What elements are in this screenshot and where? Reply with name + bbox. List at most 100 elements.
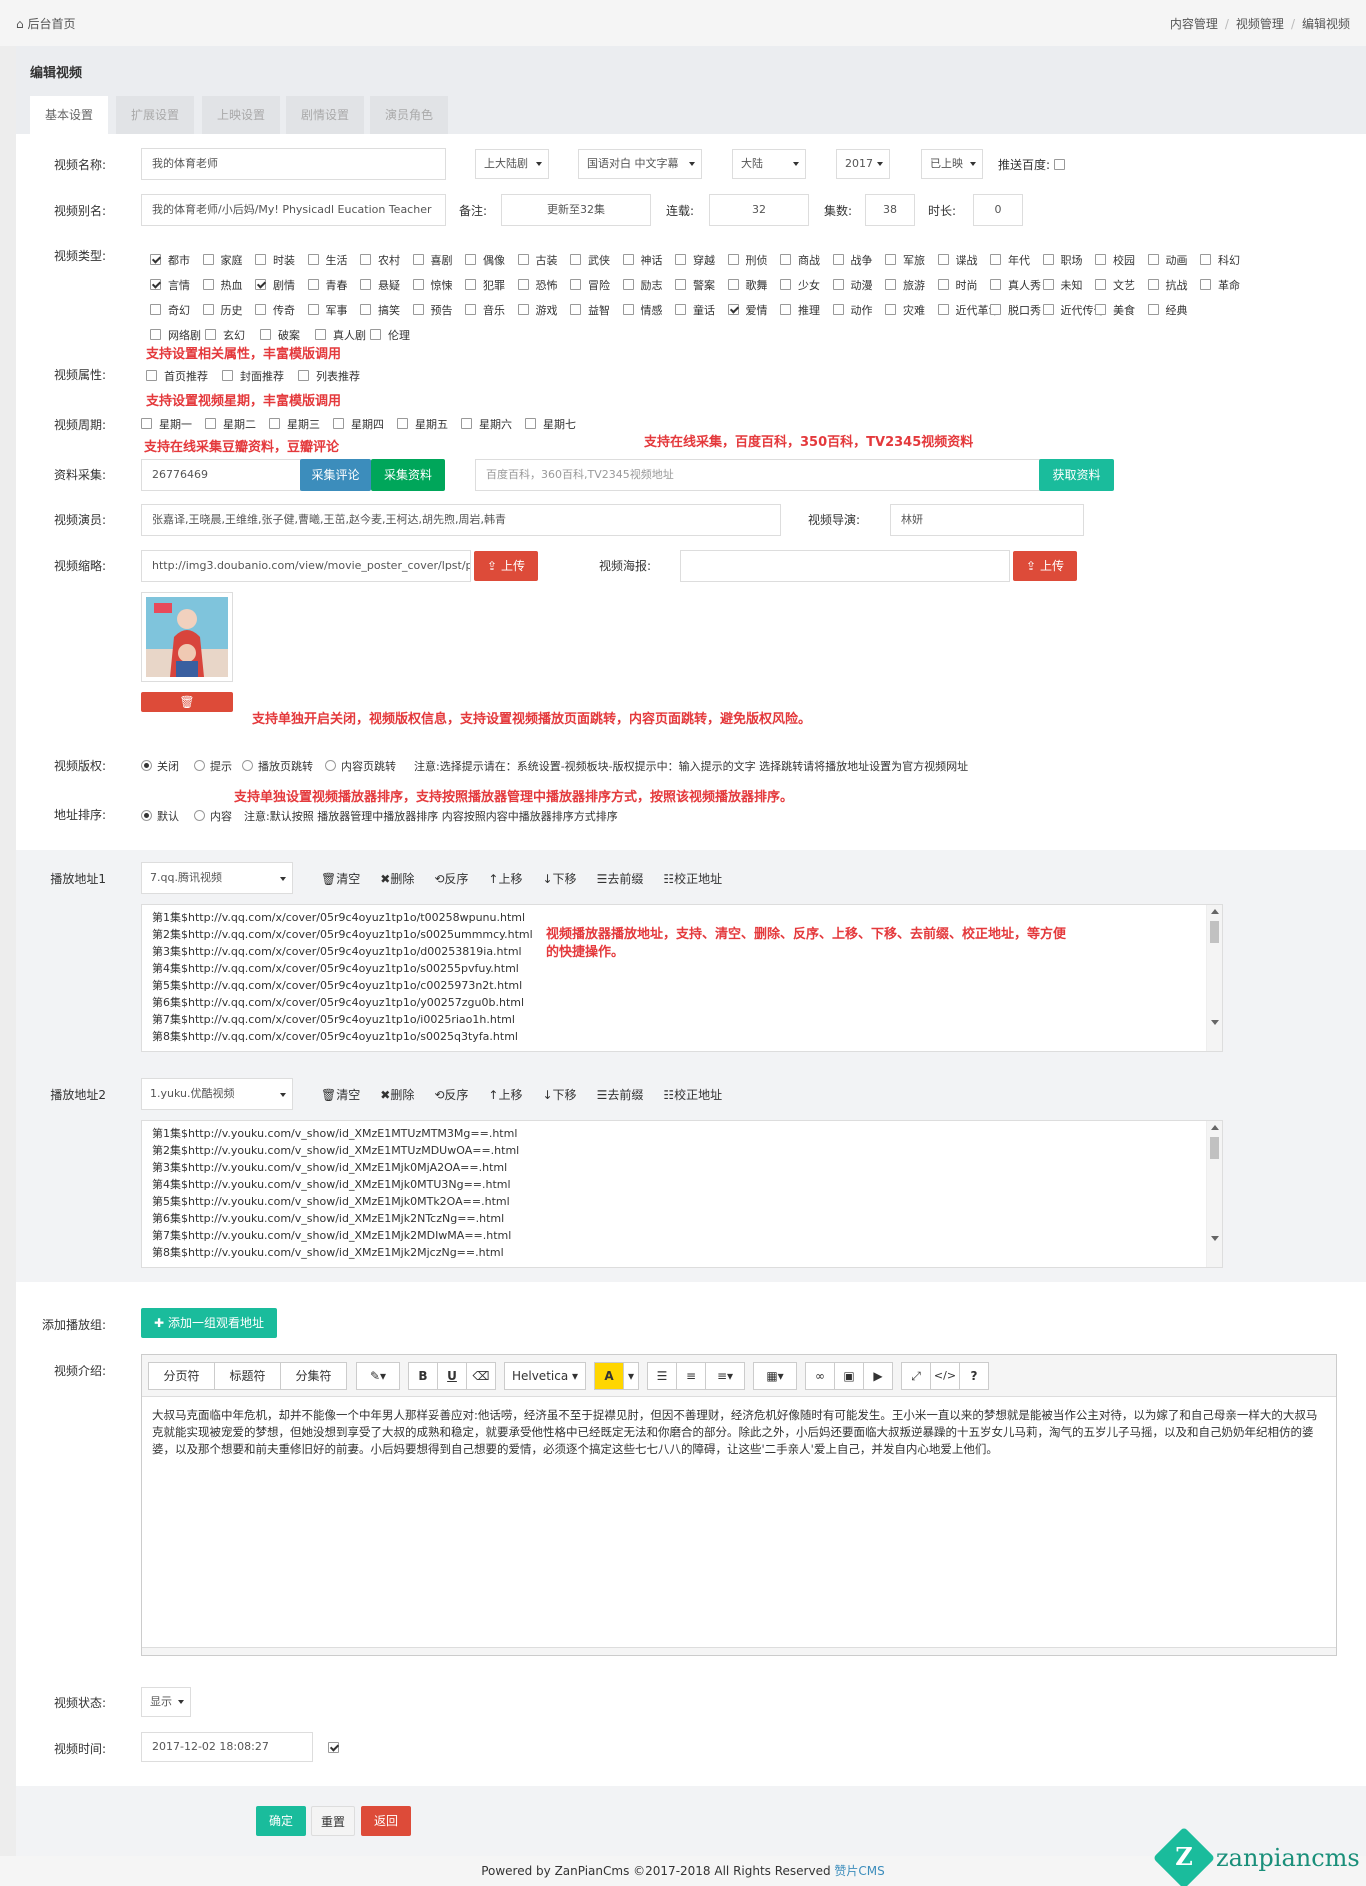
tool-1-button[interactable]: ✖删除 [380,872,424,886]
type-checkbox[interactable]: 热血 [202,277,243,293]
week-checkbox[interactable]: 星期六 [461,416,512,432]
type-checkbox[interactable]: 爱情 [727,302,768,318]
tab-extend[interactable]: 扩展设置 [116,96,195,134]
alias-input[interactable]: 我的体育老师/小后妈/My! Physicadl Eucation Teache… [141,194,446,226]
week-checkbox[interactable]: 星期七 [525,416,576,432]
help-icon[interactable]: ? [959,1362,989,1390]
name-input[interactable]: 我的体育老师 [141,148,446,180]
type-checkbox[interactable]: 生活 [307,252,348,268]
type-checkbox[interactable]: 冒险 [570,277,610,293]
region-select[interactable]: 上大陆剧 [475,149,549,179]
type-checkbox[interactable]: 职场 [1042,252,1083,268]
footer-brand-link[interactable]: 赞片CMS [834,1864,884,1878]
type-checkbox[interactable]: 革命 [1200,277,1240,293]
play2-textarea[interactable]: 第1集$http://v.youku.com/v_show/id_XMzE1MT… [141,1120,1223,1268]
magic-wand-icon[interactable]: ✎▾ [356,1362,400,1390]
type-checkbox[interactable]: 动画 [1147,252,1188,268]
tool-5-button[interactable]: ☰去前缀 [597,1088,654,1102]
area-select[interactable]: 大陆 [732,149,806,179]
type-checkbox[interactable]: 励志 [622,277,663,293]
type-checkbox[interactable]: 校园 [1095,252,1135,268]
home-link[interactable]: ⌂ 后台首页 [16,15,75,32]
type-checkbox[interactable]: 科幻 [1200,252,1240,268]
type-checkbox[interactable]: 灾难 [885,302,925,318]
play1-player-select[interactable]: 7.qq.腾讯视频 [141,862,293,894]
type-checkbox[interactable]: 真人剧 [315,327,366,343]
type-checkbox[interactable]: 破案 [260,327,300,343]
push-baidu[interactable]: 推送百度: [998,156,1072,173]
type-checkbox[interactable]: 犯罪 [465,277,505,293]
type-checkbox[interactable]: 旅游 [885,277,925,293]
type-checkbox[interactable]: 时尚 [937,277,978,293]
type-checkbox[interactable]: 刑侦 [727,252,768,268]
bold-icon[interactable]: B [408,1362,438,1390]
copyright-radio[interactable]: 关闭 [141,758,179,774]
play2-player-select[interactable]: 1.yuku.优酷视频 [141,1078,293,1110]
type-checkbox[interactable]: 动漫 [832,277,873,293]
back-button[interactable]: 返回 [361,1806,411,1836]
push-baidu-checkbox[interactable] [1053,159,1065,170]
type-checkbox[interactable]: 偶像 [465,252,505,268]
type-checkbox[interactable]: 未知 [1042,277,1083,293]
table-icon[interactable]: ▦▾ [753,1362,797,1390]
type-checkbox[interactable]: 战争 [832,252,873,268]
tool-5-button[interactable]: ☰去前缀 [597,872,654,886]
type-checkbox[interactable]: 喜剧 [412,252,453,268]
type-checkbox[interactable]: 家庭 [202,252,243,268]
attr-list[interactable]: 列表推荐 [298,368,360,384]
week-checkbox[interactable]: 星期二 [205,416,256,432]
type-checkbox[interactable]: 童话 [675,302,715,318]
type-checkbox[interactable]: 时装 [255,252,295,268]
tool-2-button[interactable]: ⟲反序 [434,872,478,886]
type-checkbox[interactable]: 真人秀 [990,277,1041,293]
type-checkbox[interactable]: 文艺 [1095,277,1135,293]
type-checkbox[interactable]: 音乐 [465,302,505,318]
type-checkbox[interactable]: 传奇 [255,302,295,318]
tool-3-button[interactable]: ↑上移 [488,1088,532,1102]
status-select[interactable]: 已上映 [921,149,983,179]
breadcrumb-item[interactable]: 内容管理 [1170,17,1218,31]
code-view-icon[interactable]: </> [930,1362,960,1390]
type-checkbox[interactable]: 网络剧 [150,327,201,343]
douban-id-input[interactable]: 26776469 [141,459,301,491]
underline-icon[interactable]: U [437,1362,467,1390]
image-icon[interactable]: ▣ [834,1362,864,1390]
language-select[interactable]: 国语对白 中文字幕 [578,149,702,179]
number-list-icon[interactable]: ≡ [676,1362,706,1390]
state-select[interactable]: 显示 [141,1687,191,1717]
tab-basic[interactable]: 基本设置 [30,96,109,134]
copyright-radio[interactable]: 播放页跳转 [242,758,313,774]
type-checkbox[interactable]: 游戏 [517,302,558,318]
breadcrumb-item[interactable]: 视频管理 [1236,17,1284,31]
type-checkbox[interactable]: 恐怖 [517,277,558,293]
type-checkbox[interactable]: 历史 [202,302,243,318]
type-checkbox[interactable]: 言情 [150,277,190,293]
tool-2-button[interactable]: ⟲反序 [434,1088,478,1102]
collect-data-button[interactable]: 采集资料 [371,459,445,491]
attr-cover[interactable]: 封面推荐 [222,368,284,384]
tool-1-button[interactable]: ✖删除 [380,1088,424,1102]
baike-url-input[interactable]: 百度百科，360百科,TV2345视频地址 [475,459,1055,491]
type-checkbox[interactable]: 商战 [780,252,820,268]
remark-input[interactable]: 更新至32集 [501,194,651,226]
add-group-button[interactable]: ✚ 添加一组观看地址 [141,1308,277,1338]
type-checkbox[interactable]: 玄幻 [205,327,245,343]
type-checkbox[interactable]: 神话 [622,252,663,268]
tab-plot[interactable]: 剧情设置 [286,96,365,134]
fullscreen-icon[interactable]: ⤢ [901,1362,931,1390]
type-checkbox[interactable]: 脱口秀 [990,302,1041,318]
type-checkbox[interactable]: 谍战 [937,252,978,268]
sort-content-radio[interactable]: 内容 [194,808,232,824]
type-checkbox[interactable]: 惊悚 [412,277,453,293]
tool-0-button[interactable]: 🗑清空 [321,1088,370,1102]
copyright-radio[interactable]: 提示 [194,758,232,774]
tool-3-button[interactable]: ↑上移 [488,872,532,886]
time-input[interactable]: 2017-12-02 18:08:27 [141,1732,313,1762]
actors-input[interactable]: 张嘉译,王晓晨,王维维,张子健,曹曦,王茁,赵今麦,王柯达,胡先煦,周岩,韩青 [141,504,781,536]
serial-input[interactable]: 32 [709,194,809,226]
time-update-checkbox[interactable] [328,1742,339,1753]
color-dropdown-icon[interactable]: ▾ [623,1362,639,1390]
intro-content[interactable]: 大叔马克面临中年危机，却并不能像一个中年男人那样妥善应对:他话唠，经济虽不至于捉… [152,1407,1326,1458]
tool-6-button[interactable]: ☷校正地址 [663,1088,732,1102]
type-checkbox[interactable]: 军旅 [885,252,925,268]
